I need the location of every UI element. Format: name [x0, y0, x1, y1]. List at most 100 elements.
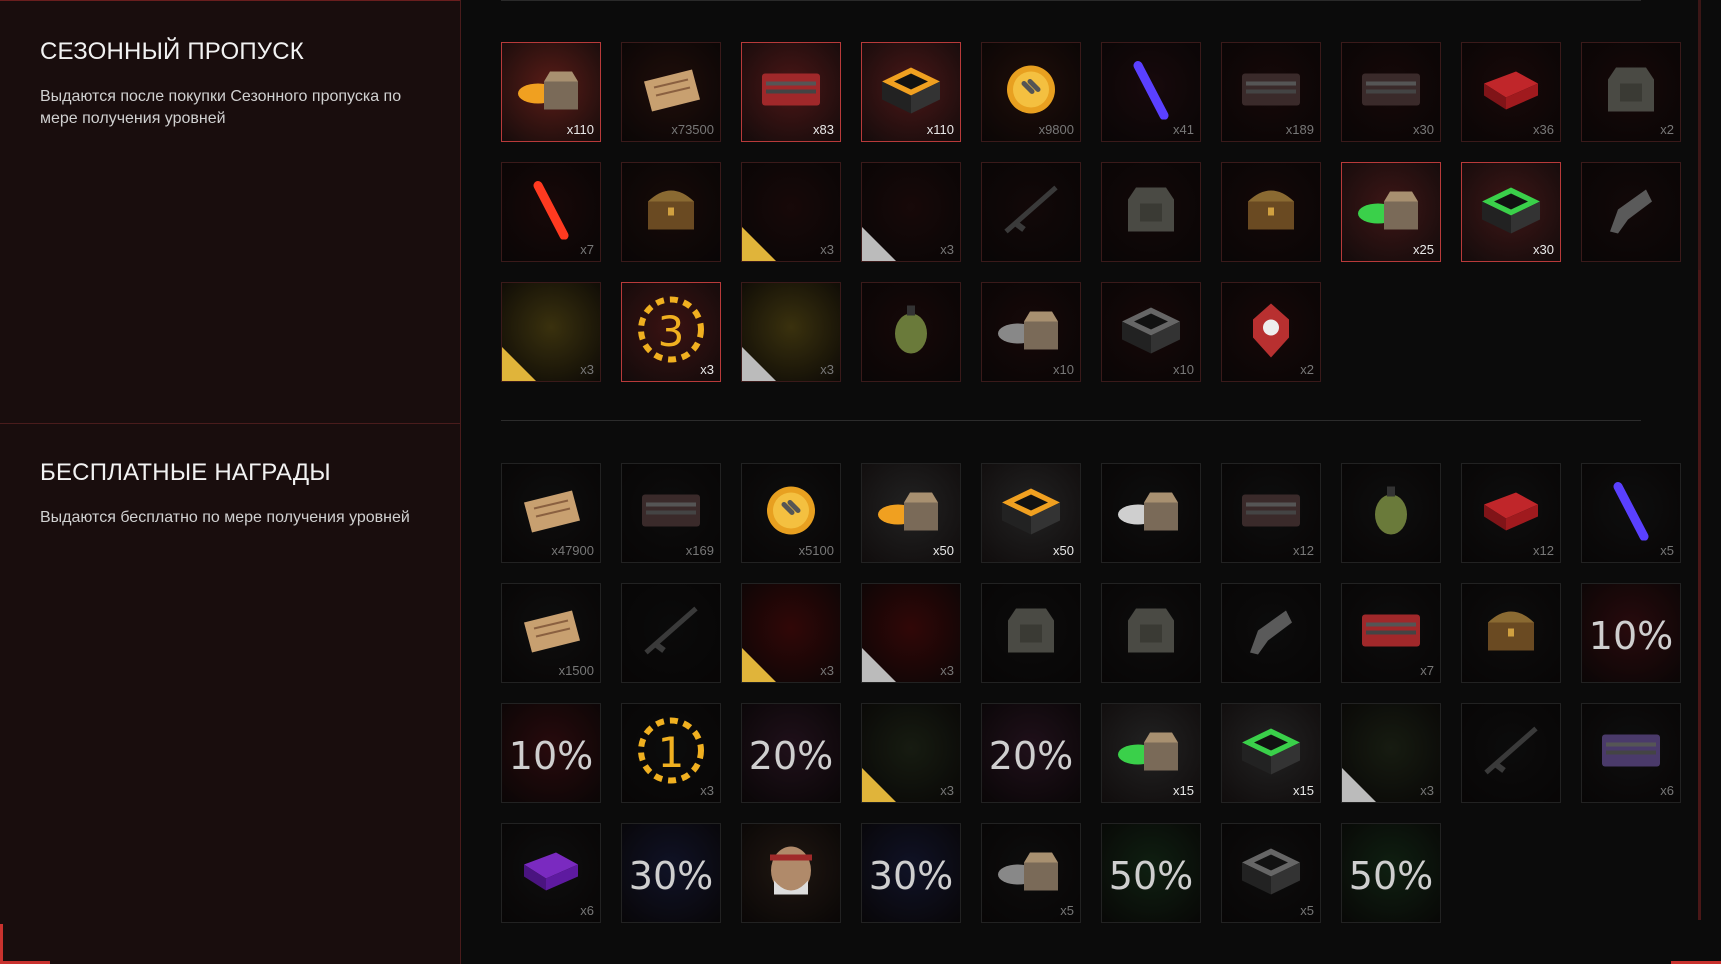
item-quantity: x3 [1420, 783, 1434, 798]
season-reward-tile[interactable]: x189 [1221, 42, 1321, 142]
free-reward-tile[interactable]: x5100 [741, 463, 841, 563]
free-reward-tile[interactable]: 20% [741, 703, 841, 803]
free-reward-tile[interactable]: x6 [1581, 703, 1681, 803]
free-reward-tile[interactable]: 30% [621, 823, 721, 923]
item-quantity: x12 [1533, 543, 1554, 558]
season-reward-tile[interactable]: x73500 [621, 42, 721, 142]
axe-icon [1476, 721, 1546, 786]
red-case-icon [756, 60, 826, 125]
free-reward-tile[interactable]: x5 [981, 823, 1081, 923]
free-reward-tile[interactable]: 30% [861, 823, 961, 923]
item-quantity: x12 [1293, 543, 1314, 558]
free-reward-tile[interactable]: x169 [621, 463, 721, 563]
free-rewards-section: БЕСПЛАТНЫЕ НАГРАДЫ Выдаются бесплатно по… [0, 423, 460, 964]
free-reward-tile[interactable]: 10% [1581, 583, 1681, 683]
free-reward-tile[interactable] [1221, 583, 1321, 683]
free-reward-tile[interactable]: x50 [981, 463, 1081, 563]
season-reward-tile[interactable]: x9800 [981, 42, 1081, 142]
season-reward-tile[interactable]: x2 [1221, 282, 1321, 382]
season-reward-tile[interactable] [621, 162, 721, 262]
free-reward-tile[interactable]: 1 x3 [621, 703, 721, 803]
free-reward-tile[interactable]: x47900 [501, 463, 601, 563]
free-rewards-grid: x47900 x169 x5100 x50 x50 x12 x12 x5 x1500 x3 x3 x7… [501, 463, 1681, 923]
free-reward-tile[interactable] [621, 583, 721, 683]
orange-crate-icon [516, 60, 586, 125]
free-reward-tile[interactable]: x3 [861, 583, 961, 683]
free-reward-tile[interactable] [1341, 463, 1441, 563]
scrollbar-track[interactable] [1698, 0, 1701, 270]
green-crate-icon [1356, 180, 1426, 245]
season-reward-tile[interactable]: x10 [1101, 282, 1201, 382]
season-reward-tile[interactable]: 3 x3 [621, 282, 721, 382]
season-reward-tile[interactable]: x10 [981, 282, 1081, 382]
armor-vest-icon [1116, 601, 1186, 666]
red-case-icon [1356, 601, 1426, 666]
season-reward-tile[interactable]: x30 [1341, 42, 1441, 142]
free-reward-tile[interactable]: x5 [1581, 463, 1681, 563]
season-reward-tile[interactable] [1221, 162, 1321, 262]
free-reward-tile[interactable]: 50% [1341, 823, 1441, 923]
free-reward-tile[interactable] [1101, 583, 1201, 683]
item-quantity: x3 [940, 242, 954, 257]
free-reward-tile[interactable]: x1500 [501, 583, 601, 683]
free-reward-tile[interactable] [741, 823, 841, 923]
free-reward-tile[interactable]: x7 [1341, 583, 1441, 683]
season-reward-tile[interactable]: x3 [861, 162, 961, 262]
grenade-icon [1356, 481, 1426, 546]
free-reward-tile[interactable] [1461, 703, 1561, 803]
discount-percent: 10% [508, 734, 594, 778]
blue-glowstick-icon [1596, 481, 1666, 546]
gold-coin-icon [756, 481, 826, 546]
grenade-icon [876, 300, 946, 365]
season-reward-tile[interactable] [861, 282, 961, 382]
item-quantity: x36 [1533, 122, 1554, 137]
free-reward-tile[interactable]: x15 [1101, 703, 1201, 803]
season-reward-tile[interactable]: x83 [741, 42, 841, 142]
free-reward-tile[interactable]: x6 [501, 823, 601, 923]
item-quantity: x110 [926, 122, 954, 137]
free-reward-tile[interactable]: 20% [981, 703, 1081, 803]
season-reward-tile[interactable] [981, 162, 1081, 262]
scrollbar-thumb[interactable] [1698, 270, 1701, 920]
season-reward-tile[interactable]: x30 [1461, 162, 1561, 262]
free-reward-tile[interactable]: x3 [741, 583, 841, 683]
free-reward-tile[interactable] [981, 583, 1081, 683]
free-reward-tile[interactable]: x15 [1221, 703, 1321, 803]
item-quantity: x5 [1300, 903, 1314, 918]
free-reward-tile[interactable]: x12 [1461, 463, 1561, 563]
season-reward-tile[interactable]: x7 [501, 162, 601, 262]
season-reward-tile[interactable]: x110 [861, 42, 961, 142]
season-reward-tile[interactable]: x3 [741, 282, 841, 382]
item-quantity: x30 [1413, 122, 1434, 137]
radiation-shield-icon [1236, 300, 1306, 365]
top-divider [501, 0, 1641, 1]
free-reward-tile[interactable]: x5 [1221, 823, 1321, 923]
grey-crate-icon [996, 300, 1066, 365]
free-reward-tile[interactable] [1461, 583, 1561, 683]
season-reward-tile[interactable]: x110 [501, 42, 601, 142]
season-reward-tile[interactable]: x41 [1101, 42, 1201, 142]
free-reward-tile[interactable]: x12 [1221, 463, 1321, 563]
blue-glowstick-icon [1116, 60, 1186, 125]
red-box-icon [1476, 481, 1546, 546]
sniper-rifle-icon [636, 601, 706, 666]
season-reward-tile[interactable] [1101, 162, 1201, 262]
item-quantity: x73500 [671, 122, 714, 137]
season-reward-tile[interactable]: x25 [1341, 162, 1441, 262]
season-reward-tile[interactable] [1581, 162, 1681, 262]
free-reward-tile[interactable]: 50% [1101, 823, 1201, 923]
free-reward-tile[interactable]: x3 [1341, 703, 1441, 803]
free-reward-tile[interactable]: 10% [501, 703, 601, 803]
season-reward-tile[interactable]: x3 [741, 162, 841, 262]
item-quantity: x50 [1053, 543, 1074, 558]
gold-coin-icon [996, 60, 1066, 125]
season-pass-grid: x110 x73500 x83 x110 x9800 x41 x189 x30 x36 x2 x7 x… [501, 42, 1681, 382]
season-reward-tile[interactable]: x36 [1461, 42, 1561, 142]
dark-case-icon [1236, 60, 1306, 125]
free-reward-tile[interactable]: x3 [861, 703, 961, 803]
free-reward-tile[interactable]: x50 [861, 463, 961, 563]
season-reward-tile[interactable]: x2 [1581, 42, 1681, 142]
item-quantity: x83 [813, 122, 834, 137]
free-reward-tile[interactable] [1101, 463, 1201, 563]
season-reward-tile[interactable]: x3 [501, 282, 601, 382]
